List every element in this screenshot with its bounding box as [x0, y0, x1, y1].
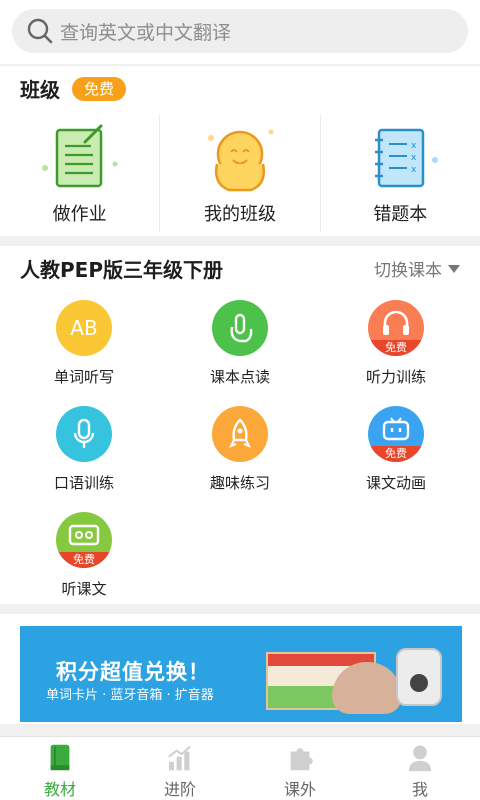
section-divider	[0, 604, 480, 614]
free-tag: 免费	[56, 552, 112, 568]
rocket-icon	[212, 406, 268, 462]
ab-icon: AB	[56, 300, 112, 356]
listening-training-button[interactable]: 免费 听力训练	[326, 300, 466, 387]
class-section-title: 班级	[20, 78, 60, 102]
banner-title: 积分超值兑换！	[56, 660, 210, 684]
svg-text:x: x	[411, 165, 417, 175]
switch-textbook-label: 切换课本	[374, 261, 442, 281]
textbook-title: 人教PEP版三年级下册	[20, 258, 223, 282]
person-icon	[408, 745, 432, 772]
listening-training-label: 听力训练	[365, 368, 426, 386]
text-animation-button[interactable]: 免费 课文动画	[326, 406, 466, 493]
tab-advanced-label: 进阶	[163, 780, 196, 799]
bar-chart-icon	[168, 745, 191, 771]
tab-extracurricular-label: 课外	[283, 780, 316, 799]
tab-extracurricular[interactable]: 课外	[240, 737, 360, 800]
mistake-book-button[interactable]: x x x 错题本	[319, 114, 480, 232]
tab-me[interactable]: 我	[360, 737, 480, 800]
free-badge: 免费	[72, 76, 127, 101]
tab-textbook[interactable]: 教材	[0, 737, 120, 800]
amplifier-image	[396, 648, 442, 706]
section-divider	[0, 236, 480, 246]
my-class-icon	[207, 129, 274, 192]
word-dictation-button[interactable]: AB 单词听写	[14, 300, 154, 387]
bottom-tab-bar: 教材 进阶 课外 我	[0, 736, 480, 800]
free-tag: 免费	[368, 446, 424, 462]
class-grid: 做作业 我的班级 x x x 错题本	[0, 114, 480, 232]
listen-text-label: 听课文	[61, 580, 107, 598]
tab-textbook-label: 教材	[43, 780, 76, 799]
search-placeholder: 查询英文或中文翻译	[60, 21, 232, 44]
fun-practice-label: 趣味练习	[209, 474, 270, 492]
my-class-label: 我的班级	[203, 204, 276, 225]
speaking-training-button[interactable]: 口语训练	[14, 406, 154, 493]
homework-button[interactable]: 做作业	[0, 114, 159, 232]
headphones-icon: 免费	[368, 300, 424, 356]
my-class-button[interactable]: 我的班级	[159, 114, 319, 232]
word-dictation-label: 单词听写	[53, 368, 114, 386]
homework-label: 做作业	[52, 204, 107, 225]
free-tag: 免费	[368, 340, 424, 356]
mistake-book-icon: x x x	[375, 128, 439, 188]
dropdown-arrow-icon	[448, 264, 460, 273]
mistake-book-label: 错题本	[373, 204, 428, 225]
svg-text:x: x	[411, 141, 417, 151]
microphone-icon	[56, 406, 112, 462]
textbook-reading-button[interactable]: 课本点读	[170, 300, 310, 387]
fun-practice-button[interactable]: 趣味练习	[170, 406, 310, 493]
puzzle-icon	[290, 748, 313, 771]
bluetooth-speaker-image	[332, 662, 402, 714]
cassette-icon: 免费	[56, 512, 112, 568]
text-animation-label: 课文动画	[365, 474, 426, 492]
svg-text:x: x	[411, 153, 417, 163]
class-section-header: 班级 免费	[20, 74, 127, 103]
search-icon	[27, 18, 53, 44]
switch-textbook-button[interactable]: 切换课本	[374, 256, 460, 281]
touch-icon	[212, 300, 268, 356]
speaking-training-label: 口语训练	[53, 474, 114, 492]
divider	[0, 64, 480, 66]
search-bar-area: 查询英文或中文翻译	[0, 0, 480, 64]
banner-subtitle: 单词卡片 · 蓝牙音箱 · 扩音器	[46, 688, 214, 703]
tv-icon: 免费	[368, 406, 424, 462]
listen-text-button[interactable]: 免费 听课文	[14, 512, 154, 599]
tab-advanced[interactable]: 进阶	[120, 737, 240, 800]
promo-banner[interactable]: 积分超值兑换！ 单词卡片 · 蓝牙音箱 · 扩音器	[20, 626, 462, 722]
app-screen: 查询英文或中文翻译 班级 免费 做作业 我的班级 x x x 错题本 人教PEP…	[0, 0, 480, 800]
book-icon	[50, 744, 70, 771]
search-input[interactable]: 查询英文或中文翻译	[12, 9, 468, 53]
textbook-section-header: 人教PEP版三年级下册 切换课本	[20, 254, 460, 283]
homework-icon	[41, 124, 118, 188]
textbook-reading-label: 课本点读	[209, 368, 270, 386]
tab-me-label: 我	[411, 780, 428, 799]
section-divider	[0, 724, 480, 736]
